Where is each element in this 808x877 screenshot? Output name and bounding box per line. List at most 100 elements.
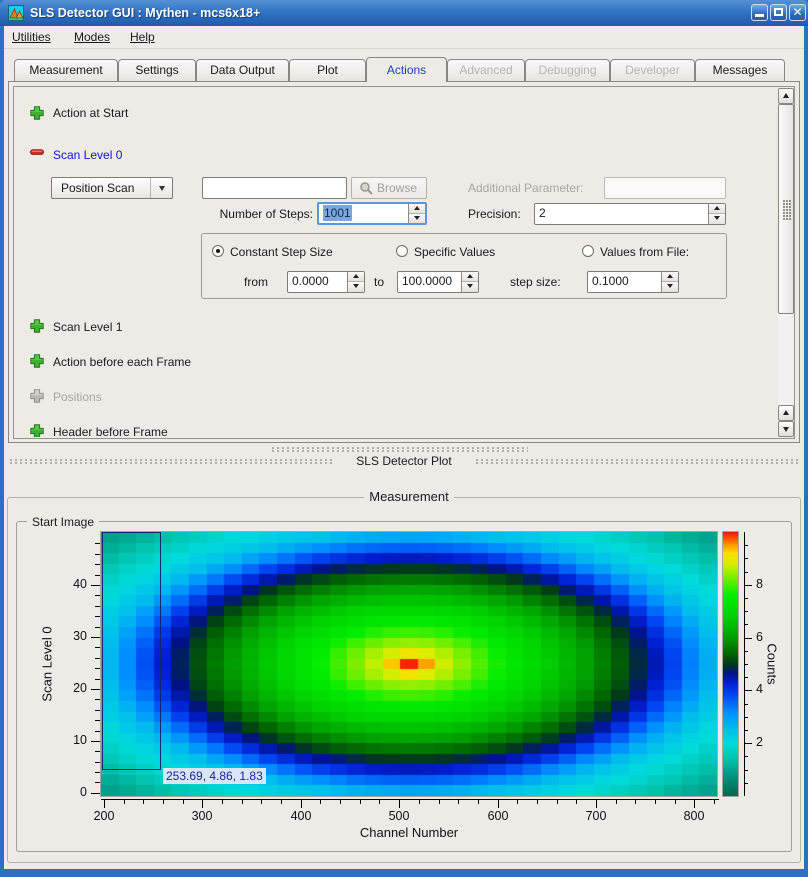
heatmap-plot[interactable] — [100, 531, 718, 797]
magnifier-icon — [359, 181, 374, 196]
specific-values-radio[interactable] — [396, 245, 408, 257]
spin-down-button[interactable] — [348, 282, 364, 292]
spin-up-button[interactable] — [462, 272, 478, 282]
tick — [478, 800, 479, 804]
splitter-handle[interactable] — [272, 447, 528, 453]
specific-values-label[interactable]: Specific Values — [414, 244, 495, 260]
spin-buttons[interactable] — [408, 204, 425, 223]
tick — [261, 800, 262, 804]
expand-plus-icon[interactable] — [29, 353, 45, 369]
scan-level-0-label[interactable]: Scan Level 0 — [53, 147, 122, 163]
close-button[interactable]: ✕ — [789, 4, 806, 21]
scan-mode-value: Position Scan — [61, 178, 134, 198]
zoom-selection-rect — [102, 532, 161, 770]
scroll-up-button-2[interactable] — [778, 405, 794, 421]
maximize-button[interactable] — [770, 4, 787, 21]
action-at-start-label[interactable]: Action at Start — [53, 105, 128, 121]
menu-utilities[interactable]: Utilities — [12, 29, 51, 45]
spin-down-button[interactable] — [709, 214, 725, 224]
tick — [744, 690, 752, 691]
values-from-file-label[interactable]: Values from File: — [600, 244, 689, 260]
vertical-scrollbar[interactable] — [778, 88, 794, 437]
colorbar-title: Counts — [765, 643, 780, 684]
tick — [557, 800, 558, 804]
tab-messages[interactable]: Messages — [695, 59, 785, 81]
heatmap-canvas[interactable] — [101, 532, 717, 796]
action-before-each-frame-label[interactable]: Action before each Frame — [53, 354, 191, 370]
menu-modes[interactable]: Modes — [74, 29, 110, 45]
spin-buttons[interactable] — [708, 204, 725, 224]
combo-arrow-area[interactable] — [150, 178, 172, 198]
from-value[interactable]: 0.0000 — [292, 272, 329, 292]
to-spinbox[interactable]: 100.0000 — [397, 271, 479, 293]
tick — [744, 638, 752, 639]
actions-viewport: Action at Start Scan Level 0 Position Sc… — [15, 88, 778, 437]
tab-measurement[interactable]: Measurement — [14, 59, 118, 81]
precision-value[interactable]: 2 — [539, 204, 546, 224]
collapse-minus-icon[interactable] — [29, 144, 45, 160]
from-spinbox[interactable]: 0.0000 — [287, 271, 365, 293]
tick — [301, 800, 302, 808]
down-arrow-icon — [467, 284, 473, 288]
down-arrow-icon — [667, 284, 673, 288]
precision-spinbox[interactable]: 2 — [534, 203, 726, 225]
tab-settings[interactable]: Settings — [118, 59, 196, 81]
tick-label: 6 — [756, 630, 780, 644]
cursor-readout: 253.69, 4.86, 1.83 — [163, 768, 266, 784]
tick — [124, 800, 125, 804]
spin-buttons[interactable] — [661, 272, 678, 292]
scan-level-1-label[interactable]: Scan Level 1 — [53, 319, 122, 335]
expand-plus-icon[interactable] — [29, 318, 45, 334]
spin-up-button[interactable] — [662, 272, 678, 282]
tab-actions[interactable]: Actions — [366, 57, 447, 82]
tick — [439, 800, 440, 804]
menu-help[interactable]: Help — [130, 29, 155, 45]
tick — [242, 800, 243, 804]
spin-up-button[interactable] — [409, 204, 425, 214]
tab-data-output[interactable]: Data Output — [196, 59, 289, 81]
spin-buttons[interactable] — [461, 272, 478, 292]
number-of-steps-value[interactable]: 1001 — [323, 205, 352, 221]
step-size-spinbox[interactable]: 0.1000 — [587, 271, 679, 293]
tab-plot[interactable]: Plot — [289, 59, 366, 81]
minimize-button[interactable] — [751, 4, 768, 21]
expand-plus-icon[interactable] — [29, 423, 45, 437]
client-area: Utilities Modes Help Measurement Setting… — [4, 26, 804, 869]
up-arrow-icon — [714, 206, 720, 210]
spin-up-button[interactable] — [348, 272, 364, 282]
scrollbar-thumb[interactable] — [778, 104, 794, 314]
down-arrow-icon — [353, 284, 359, 288]
splitter-texture-left[interactable] — [10, 459, 332, 465]
tick — [143, 800, 144, 804]
tick-label: 200 — [84, 809, 124, 823]
x-axis-line — [101, 799, 719, 800]
spin-down-button[interactable] — [462, 282, 478, 292]
tick — [635, 800, 636, 804]
splitter-texture-right[interactable] — [476, 459, 798, 465]
tick — [744, 704, 748, 705]
up-arrow-icon — [353, 274, 359, 278]
spin-buttons[interactable] — [347, 272, 364, 292]
menu-bar: Utilities Modes Help — [4, 26, 804, 49]
scroll-up-button[interactable] — [778, 88, 794, 104]
spin-down-button[interactable] — [409, 214, 425, 224]
scan-mode-combobox[interactable]: Position Scan — [51, 177, 173, 199]
tick — [744, 770, 748, 771]
expand-plus-icon[interactable] — [29, 105, 45, 121]
colorbar — [722, 531, 739, 797]
number-of-steps-spinbox[interactable]: 1001 — [317, 202, 427, 225]
constant-step-size-label[interactable]: Constant Step Size — [230, 244, 333, 260]
step-size-value[interactable]: 0.1000 — [592, 272, 629, 292]
scroll-down-button[interactable] — [778, 421, 794, 437]
to-value[interactable]: 100.0000 — [402, 272, 452, 292]
values-from-file-radio[interactable] — [582, 245, 594, 257]
scan-script-input[interactable] — [202, 177, 347, 199]
header-before-frame-label[interactable]: Header before Frame — [53, 424, 168, 437]
tick — [458, 800, 459, 804]
title-bar[interactable]: SLS Detector GUI : Mythen - mcs6x18+ ✕ — [0, 0, 808, 26]
constant-step-size-radio[interactable] — [212, 245, 224, 257]
tick-label: 2 — [756, 735, 780, 749]
spin-up-button[interactable] — [709, 204, 725, 214]
tick — [694, 800, 695, 808]
spin-down-button[interactable] — [662, 282, 678, 292]
